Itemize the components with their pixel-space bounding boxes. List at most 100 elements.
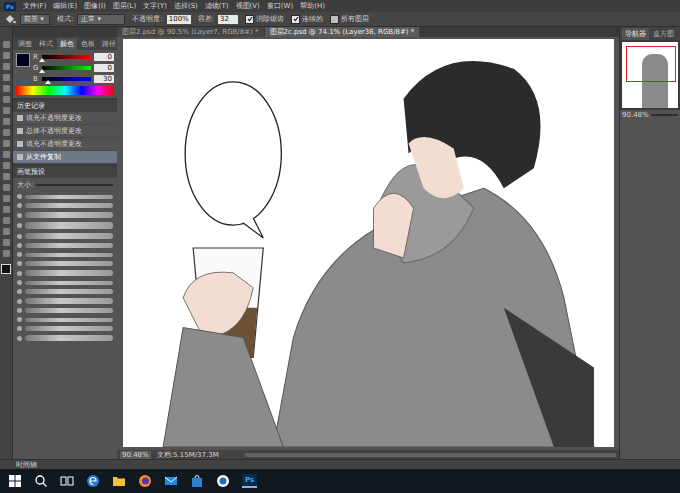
panel-tab[interactable]: 调整 — [15, 38, 35, 50]
brush-preset[interactable] — [13, 241, 117, 250]
tool-icon[interactable] — [3, 129, 10, 136]
checkbox-box[interactable] — [245, 15, 254, 24]
color-chip[interactable] — [16, 53, 30, 67]
option-checkbox[interactable]: 所有图层 — [330, 14, 369, 24]
history-item[interactable]: 总体不透明度更改 — [13, 125, 117, 138]
brush-preset[interactable] — [13, 259, 117, 268]
file-explorer-icon[interactable] — [112, 474, 126, 488]
tool-icon[interactable] — [3, 173, 10, 180]
opacity-field[interactable]: 100% — [167, 15, 191, 24]
brush-preset[interactable] — [13, 250, 117, 259]
tool-icon[interactable] — [3, 184, 10, 191]
task-view-icon[interactable] — [60, 474, 74, 488]
brush-preset[interactable] — [13, 201, 117, 210]
firefox-icon[interactable] — [138, 474, 152, 488]
timeline-tab[interactable]: 时间轴 — [16, 460, 37, 470]
brush-preset[interactable] — [13, 315, 117, 324]
panel-tab[interactable]: 颜色 — [57, 38, 77, 50]
slider-thumb[interactable] — [45, 80, 51, 84]
menu-item[interactable]: 文字(Y) — [143, 1, 167, 11]
brush-preset[interactable] — [13, 324, 117, 333]
brush-preset[interactable] — [13, 306, 117, 315]
tolerance-field[interactable]: 32 — [218, 15, 238, 24]
checkbox-box[interactable] — [291, 15, 300, 24]
slider-track[interactable] — [42, 77, 91, 81]
tool-icon[interactable] — [3, 195, 10, 202]
brush-preset[interactable] — [13, 192, 117, 201]
zoom-field[interactable]: 90.48% — [120, 451, 151, 459]
brush-preset[interactable] — [13, 220, 117, 231]
tool-icon[interactable] — [3, 41, 10, 48]
slider-value[interactable]: 0 — [94, 53, 114, 61]
color-spectrum[interactable] — [16, 86, 114, 95]
horizontal-scrollbar[interactable] — [245, 453, 616, 457]
tool-icon[interactable] — [3, 118, 10, 125]
slider-track[interactable] — [42, 55, 91, 59]
tool-icon[interactable] — [3, 151, 10, 158]
app-icon[interactable] — [216, 474, 230, 488]
panel-tab[interactable]: 色板 — [78, 38, 98, 50]
option-checkbox[interactable]: 连续的 — [291, 14, 323, 24]
bucket-icon[interactable] — [4, 14, 16, 24]
tool-icon[interactable] — [3, 162, 10, 169]
option-checkbox[interactable]: 消除锯齿 — [245, 14, 284, 24]
panel-tab[interactable]: 路径 — [99, 38, 119, 50]
brush-preset[interactable] — [13, 333, 117, 343]
zoom-slider[interactable] — [651, 114, 678, 116]
store-icon[interactable] — [190, 474, 204, 488]
brush-preset[interactable] — [13, 210, 117, 220]
size-slider[interactable] — [36, 184, 113, 186]
tool-icon[interactable] — [3, 140, 10, 147]
panel-tab[interactable]: 导航器 — [622, 28, 649, 40]
slider-thumb[interactable] — [39, 69, 45, 73]
source-dropdown[interactable]: 前景 ▾ — [20, 14, 50, 25]
document-tab[interactable]: 图层2.psd @ 90.5% (Layer7, RGB/8#) * — [117, 27, 264, 37]
slider-value[interactable]: 0 — [94, 64, 114, 72]
tool-icon[interactable] — [3, 63, 10, 70]
navigator-thumbnail[interactable] — [622, 42, 678, 108]
mode-dropdown[interactable]: 正常 ▾ — [77, 14, 125, 25]
canvas[interactable] — [123, 39, 614, 447]
tool-icon[interactable] — [3, 250, 10, 257]
slider-thumb[interactable] — [39, 58, 45, 62]
brush-preset[interactable] — [13, 296, 117, 306]
brush-preset[interactable] — [13, 278, 117, 287]
tool-icon[interactable] — [3, 96, 10, 103]
tool-icon[interactable] — [3, 107, 10, 114]
history-item[interactable]: 填充不透明度更改 — [13, 112, 117, 125]
tool-icon[interactable] — [3, 228, 10, 235]
menu-item[interactable]: 图像(I) — [84, 1, 106, 11]
foreground-swatch[interactable] — [1, 264, 11, 274]
search-icon[interactable] — [34, 474, 48, 488]
tool-icon[interactable] — [3, 52, 10, 59]
menu-item[interactable]: 编辑(E) — [53, 1, 77, 11]
brush-preset[interactable] — [13, 268, 117, 278]
tool-icon[interactable] — [3, 85, 10, 92]
checkbox-box[interactable] — [330, 15, 339, 24]
tool-icon[interactable] — [3, 217, 10, 224]
panel-tab[interactable]: 样式 — [36, 38, 56, 50]
tool-icon[interactable] — [3, 206, 10, 213]
panel-tab[interactable]: 直方图 — [650, 28, 677, 40]
brush-preset[interactable] — [13, 231, 117, 241]
tool-icon[interactable] — [3, 239, 10, 246]
slider-track[interactable] — [42, 66, 91, 70]
tool-icon[interactable] — [3, 74, 10, 81]
mail-icon[interactable] — [164, 474, 178, 488]
menu-item[interactable]: 选择(S) — [174, 1, 198, 11]
windows-start-icon[interactable] — [8, 474, 22, 488]
navigator-zoom-value[interactable]: 90.48% — [622, 111, 649, 119]
history-item[interactable]: 填充不透明度更改 — [13, 138, 117, 151]
document-tab[interactable]: 图层2c.psd @ 74.1% (Layer36, RGB/8#) * — [265, 27, 420, 37]
menu-item[interactable]: 帮助(H) — [300, 1, 325, 11]
menu-item[interactable]: 滤镜(T) — [205, 1, 229, 11]
menu-item[interactable]: 文件(F) — [23, 1, 47, 11]
photoshop-task[interactable]: Ps — [242, 474, 257, 488]
history-item[interactable]: 从文件复制 — [13, 151, 117, 164]
menu-item[interactable]: 视图(V) — [236, 1, 260, 11]
brush-preset[interactable] — [13, 287, 117, 296]
menu-item[interactable]: 窗口(W) — [267, 1, 293, 11]
edge-browser-icon[interactable] — [86, 474, 100, 488]
view-box[interactable] — [626, 46, 676, 82]
menu-item[interactable]: 图层(L) — [113, 1, 136, 11]
